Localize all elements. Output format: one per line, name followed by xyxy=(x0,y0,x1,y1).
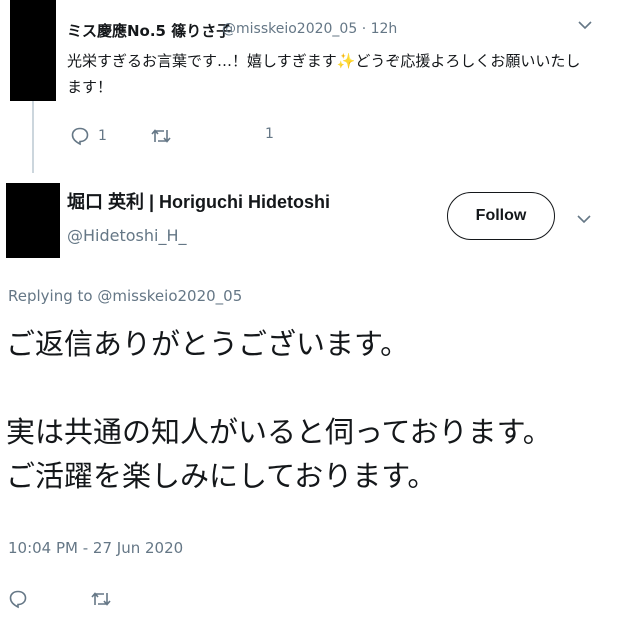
author-handle[interactable]: @Hidetoshi_H_ xyxy=(67,226,187,245)
meta-separator: · xyxy=(361,21,367,37)
reply-action[interactable] xyxy=(8,589,28,609)
retweet-arrows-icon xyxy=(90,589,112,609)
retweet-arrows-icon xyxy=(150,126,172,146)
follow-button[interactable]: Follow xyxy=(447,192,555,240)
like-action[interactable]: 1 xyxy=(250,126,274,142)
tweet-meta: @misskeio2020_05 · 12h xyxy=(222,21,397,37)
author-name[interactable]: 堀口 英利 | Horiguchi Hidetoshi xyxy=(67,188,330,214)
speech-bubble-icon xyxy=(8,589,28,609)
tweet-time[interactable]: 12h xyxy=(371,21,398,37)
tweet-line: ご返信ありがとうございます。 xyxy=(6,327,410,361)
tweet-timestamp[interactable]: 10:04 PM - 27 Jun 2020 xyxy=(8,539,183,557)
retweet-action[interactable] xyxy=(90,589,112,609)
tweet-text: 光栄すぎるお言葉です…！嬉しすぎます✨どうぞ応援よろしくお願いいたします！ xyxy=(67,52,581,96)
chevron-down-icon[interactable] xyxy=(578,18,592,34)
speech-bubble-icon xyxy=(70,126,90,146)
author-name[interactable]: ミス慶應No.5 篠りさ子 xyxy=(67,20,231,41)
avatar[interactable] xyxy=(10,0,56,101)
replying-to: Replying to @misskeio2020_05 xyxy=(8,287,242,305)
reply-action[interactable]: 1 xyxy=(70,126,107,146)
retweet-action[interactable] xyxy=(150,126,172,146)
chevron-down-icon[interactable] xyxy=(577,212,591,228)
avatar[interactable] xyxy=(6,183,60,258)
reply-count: 1 xyxy=(98,128,107,144)
like-count: 1 xyxy=(265,126,274,142)
tweet-line: 実は共通の知人がいると伺っております。 xyxy=(6,415,552,449)
author-handle[interactable]: @misskeio2020_05 xyxy=(222,21,357,37)
replying-handle[interactable]: @misskeio2020_05 xyxy=(97,287,242,305)
tweet-text: ご返信ありがとうございます。 実は共通の知人がいると伺っております。 ご活躍を楽… xyxy=(6,322,606,498)
tweet-line: ご活躍を楽しみにしております。 xyxy=(6,459,437,493)
replying-label: Replying to xyxy=(8,287,93,305)
